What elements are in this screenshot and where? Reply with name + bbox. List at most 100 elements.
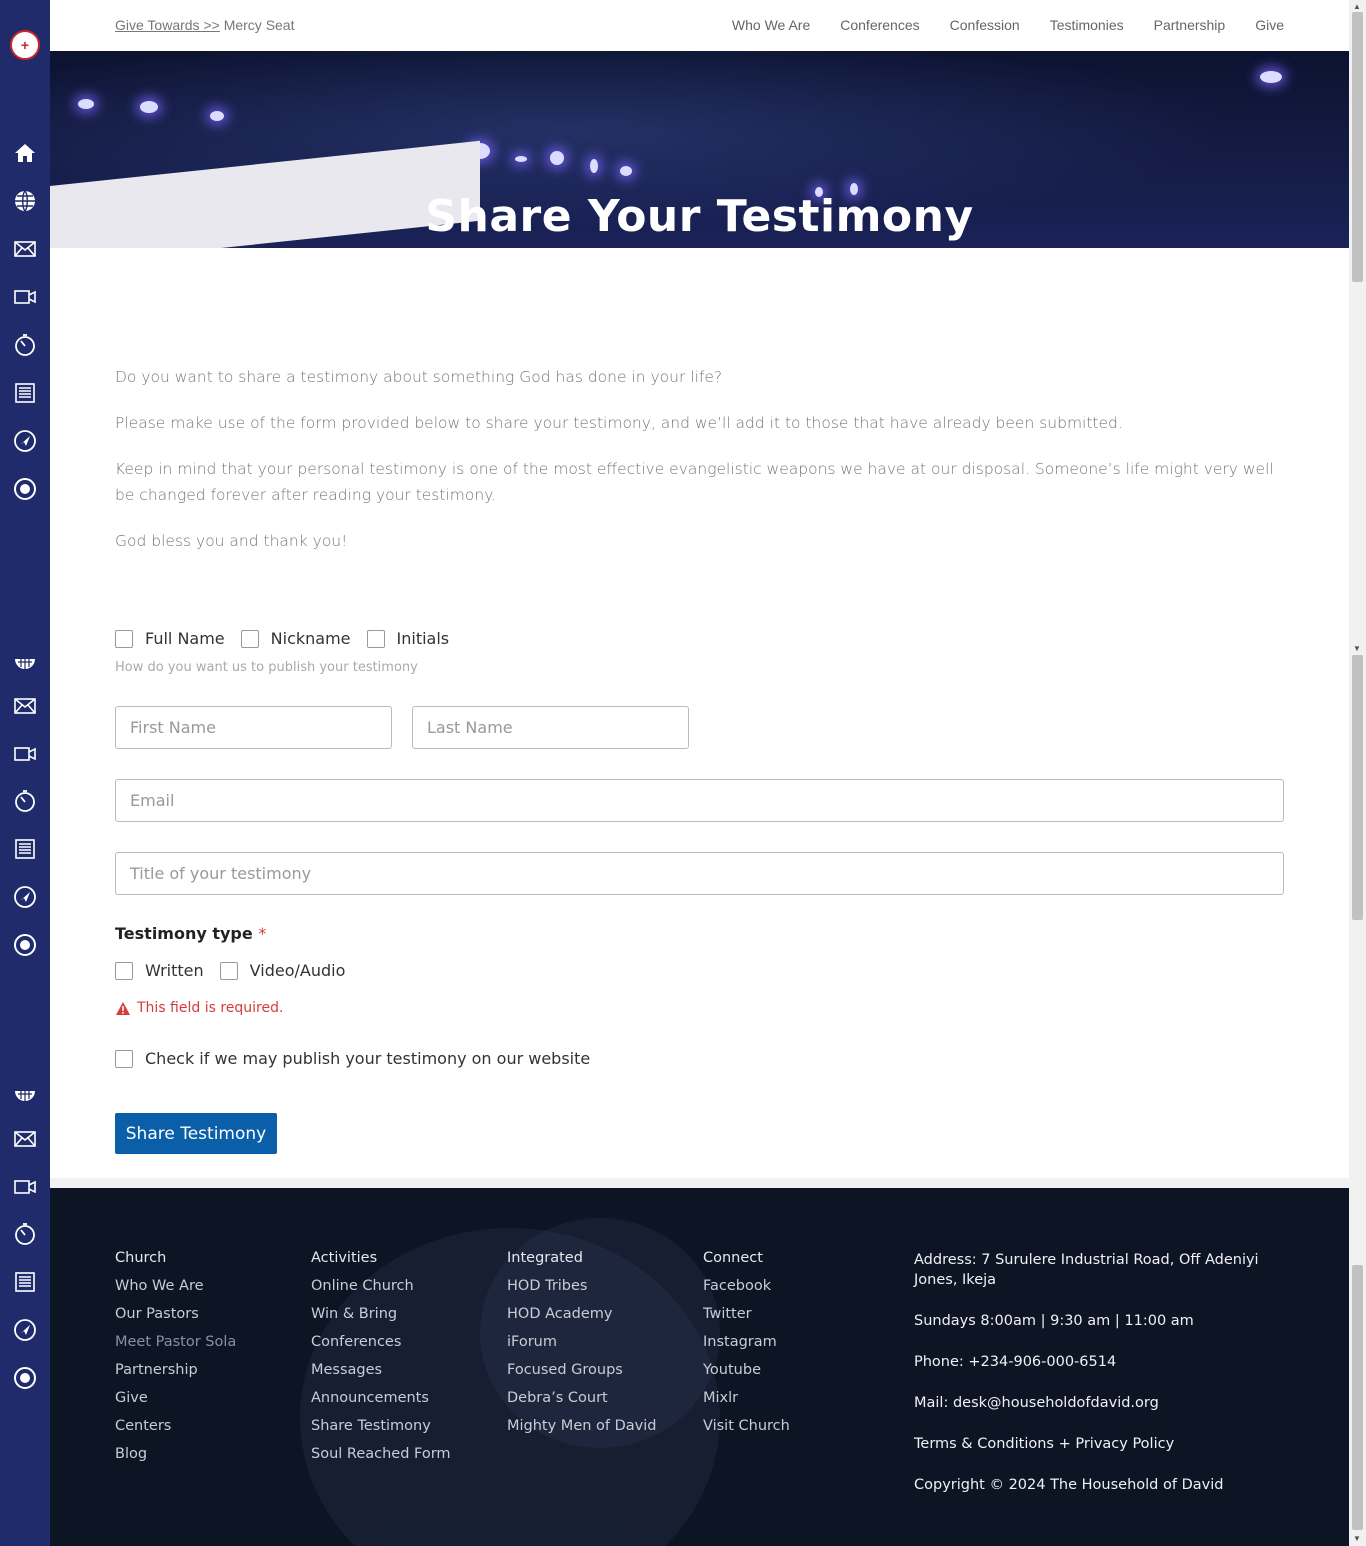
footer-col-activities: Activities Online Church Win & Bring Con… (311, 1250, 451, 1474)
footer-link[interactable]: Facebook (703, 1278, 790, 1294)
footer-link[interactable]: Conferences (311, 1334, 451, 1350)
breadcrumb: Give Towards >> Mercy Seat (115, 17, 295, 33)
footer-mail[interactable]: Mail: desk@householdofdavid.org (914, 1393, 1294, 1413)
checkbox-nickname[interactable] (240, 629, 259, 648)
checkbox-written[interactable] (115, 961, 133, 980)
radio-icon[interactable] (12, 932, 38, 958)
mail-icon[interactable] (12, 1126, 38, 1152)
mail-icon[interactable] (12, 236, 38, 262)
scroll-down-arrow[interactable]: ▼ (1353, 1534, 1361, 1543)
footer-link[interactable]: Focused Groups (507, 1362, 657, 1378)
timer-icon[interactable] (12, 1221, 38, 1247)
nav-who-we-are[interactable]: Who We Are (732, 17, 810, 33)
warning-icon (116, 1001, 130, 1015)
footer-link[interactable]: Instagram (703, 1334, 790, 1350)
footer-link[interactable]: Mighty Men of David (507, 1418, 657, 1434)
checkbox-full-name[interactable] (115, 629, 133, 648)
nav-testimonies[interactable]: Testimonies (1050, 17, 1124, 33)
breadcrumb-link[interactable]: Give Towards >> (115, 17, 220, 33)
footer-link[interactable]: Messages (311, 1362, 451, 1378)
scroll-down-arrow[interactable]: ▼ (1353, 644, 1361, 653)
scroll-thumb[interactable] (1352, 655, 1363, 920)
news-icon[interactable] (12, 380, 38, 406)
scroll-thumb[interactable] (1352, 1265, 1363, 1530)
top-navigation: Give Towards >> Mercy Seat Who We Are Co… (50, 0, 1349, 51)
globe-icon[interactable] (12, 650, 38, 676)
footer-contact-info: Address: 7 Surulere Industrial Road, Off… (914, 1250, 1294, 1516)
navigate-icon[interactable] (12, 1317, 38, 1343)
footer-link[interactable]: Announcements (311, 1390, 451, 1406)
footer-heading[interactable]: Integrated (507, 1250, 657, 1266)
intro-paragraph: Keep in mind that your personal testimon… (115, 460, 1274, 504)
testimony-title-field[interactable]: Title of your testimony (115, 852, 1284, 895)
video-icon[interactable] (12, 284, 38, 310)
error-text: This field is required. (137, 1000, 284, 1016)
error-message: This field is required. (115, 1000, 283, 1016)
nav-partnership[interactable]: Partnership (1154, 17, 1226, 33)
timer-icon[interactable] (12, 788, 38, 814)
footer-link[interactable]: Visit Church (703, 1418, 790, 1434)
footer-heading[interactable]: Church (115, 1250, 236, 1266)
publish-help-text: How do you want us to publish your testi… (115, 660, 418, 675)
last-name-field[interactable]: Last Name (412, 706, 689, 749)
section-divider (50, 1178, 1349, 1188)
timer-icon[interactable] (12, 332, 38, 358)
share-testimony-button[interactable]: Share Testimony (115, 1113, 277, 1154)
stage-light (210, 111, 224, 121)
footer-link[interactable]: Mixlr (703, 1390, 790, 1406)
footer-heading[interactable]: Connect (703, 1250, 790, 1266)
mail-icon[interactable] (12, 693, 38, 719)
intro-paragraph: Please make use of the form provided bel… (115, 414, 1123, 432)
footer-link[interactable]: Blog (115, 1446, 236, 1462)
footer-link[interactable]: Meet Pastor Sola (115, 1334, 236, 1350)
footer-col-connect: Connect Facebook Twitter Instagram Youtu… (703, 1250, 790, 1446)
footer-link[interactable]: Centers (115, 1418, 236, 1434)
footer-service-times: Sundays 8:00am | 9:30 am | 11:00 am (914, 1313, 1194, 1329)
checkbox-consent[interactable] (115, 1049, 133, 1068)
scroll-up-arrow[interactable]: ▲ (1353, 2, 1361, 11)
stage-light (515, 156, 527, 162)
footer-phone[interactable]: Phone: +234-906-000-6514 (914, 1352, 1294, 1372)
footer-link[interactable]: Online Church (311, 1278, 451, 1294)
footer-heading[interactable]: Activities (311, 1250, 451, 1266)
video-icon[interactable] (12, 741, 38, 767)
navigate-icon[interactable] (12, 428, 38, 454)
nav-give[interactable]: Give (1255, 17, 1284, 33)
footer-link[interactable]: HOD Tribes (507, 1278, 657, 1294)
footer-link[interactable]: Partnership (115, 1362, 236, 1378)
page-scrollbar[interactable]: ▲ ▼ ▼ (1349, 0, 1366, 1546)
video-icon[interactable] (12, 1174, 38, 1200)
footer-link[interactable]: Who We Are (115, 1278, 236, 1294)
checkbox-video-audio[interactable] (219, 961, 238, 980)
radio-icon[interactable] (12, 1365, 38, 1391)
footer-link[interactable]: Our Pastors (115, 1306, 236, 1322)
email-field[interactable]: Email (115, 779, 1284, 822)
scroll-thumb[interactable] (1352, 12, 1363, 282)
testimony-type-options: Written Video/Audio (115, 961, 361, 980)
nav-conferences[interactable]: Conferences (840, 17, 919, 33)
footer-link[interactable]: Youtube (703, 1362, 790, 1378)
footer-link[interactable]: Share Testimony (311, 1418, 451, 1434)
radio-icon[interactable] (12, 476, 38, 502)
checkbox-initials[interactable] (366, 629, 385, 648)
first-name-field[interactable]: First Name (115, 706, 392, 749)
footer-terms-link[interactable]: Terms & Conditions + Privacy Policy (914, 1434, 1294, 1454)
breadcrumb-current: Mercy Seat (223, 17, 295, 33)
footer-link[interactable]: HOD Academy (507, 1306, 657, 1322)
globe-icon[interactable] (12, 1082, 38, 1108)
home-icon[interactable] (12, 140, 38, 166)
news-icon[interactable] (12, 836, 38, 862)
news-icon[interactable] (12, 1269, 38, 1295)
footer-link[interactable]: Twitter (703, 1306, 790, 1322)
footer-link[interactable]: Debra’s Court (507, 1390, 657, 1406)
footer-link[interactable]: Win & Bring (311, 1306, 451, 1322)
footer-link[interactable]: iForum (507, 1334, 657, 1350)
nav-confession[interactable]: Confession (950, 17, 1020, 33)
globe-icon[interactable] (12, 188, 38, 214)
required-mark: * (258, 924, 267, 943)
navigate-icon[interactable] (12, 884, 38, 910)
footer-link[interactable]: Give (115, 1390, 236, 1406)
logo[interactable]: + (10, 30, 40, 60)
stage-light (590, 159, 598, 173)
footer-link[interactable]: Soul Reached Form (311, 1446, 451, 1462)
